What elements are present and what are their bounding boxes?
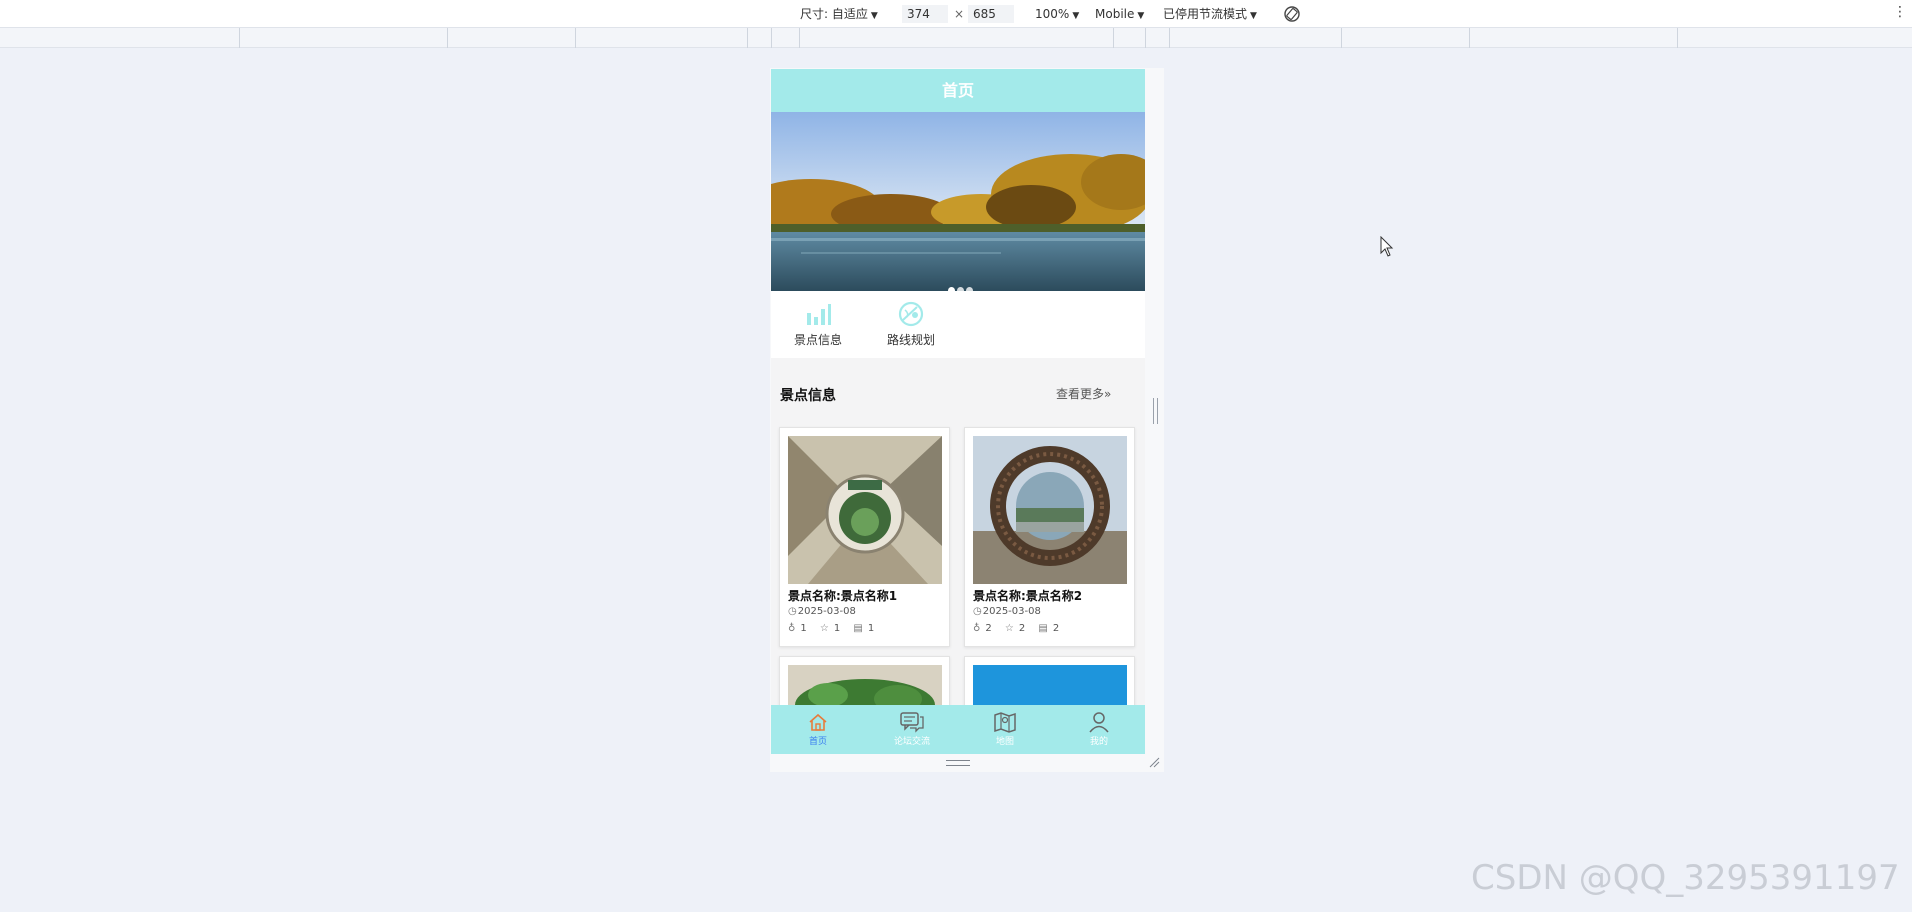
tab-home[interactable]: 首页	[788, 711, 848, 747]
comment-count: 1	[867, 623, 875, 634]
quick-nav-label: 景点信息	[793, 333, 842, 347]
map-icon	[994, 712, 1016, 733]
rotate-icon[interactable]	[1282, 4, 1302, 24]
attraction-card[interactable]: 景点名称:景点名称2 ◷2025-03-08 ♁ 2 ☆ 2 ▤ 2	[964, 427, 1135, 647]
caret-down-icon: ▼	[1072, 11, 1080, 21]
quick-nav: 景点信息 路线规划	[771, 291, 1145, 358]
home-icon	[809, 713, 827, 731]
tab-map[interactable]: 地图	[975, 711, 1035, 747]
comment-count: 2	[1052, 623, 1060, 634]
device-frame: 首页 景点信息 路线规划 景点信息 查看更多» 景点名称:景点名称1 ◷2025…	[770, 68, 1164, 772]
throttle-label: 已停用节流模式	[1163, 7, 1248, 21]
quick-nav-route[interactable]: 路线规划	[871, 301, 951, 348]
attraction-date: ◷2025-03-08	[973, 606, 1041, 617]
media-query-ruler	[0, 28, 1912, 48]
date-value: 2025-03-08	[982, 606, 1041, 617]
quick-nav-attractions[interactable]: 景点信息	[778, 301, 858, 348]
favorite-count: 2	[1018, 623, 1026, 634]
resize-corner-icon[interactable]	[1148, 756, 1160, 768]
thumbs-up-icon: ♁	[973, 623, 981, 634]
tab-label: 首页	[808, 737, 827, 747]
bottom-tab-bar: 首页 论坛交流 地图 我的	[771, 705, 1145, 754]
comment-icon: ▤	[1038, 623, 1048, 634]
section-title: 景点信息	[780, 388, 836, 404]
favorite-count: 1	[833, 623, 841, 634]
bar-chart-icon	[807, 304, 831, 325]
like-count: 1	[800, 623, 807, 634]
map-route-icon	[898, 301, 924, 327]
page-title: 首页	[771, 69, 1145, 112]
attraction-card[interactable]: 景点名称:景点名称1 ◷2025-03-08 ♁ 1 ☆ 1 ▤ 1	[779, 427, 950, 647]
caret-down-icon: ▼	[1137, 11, 1145, 21]
tab-forum[interactable]: 论坛交流	[882, 711, 942, 747]
banner-carousel[interactable]	[771, 112, 1145, 291]
carousel-indicators	[948, 279, 975, 291]
throttle-dropdown[interactable]: 已停用节流模式 ▼	[1163, 6, 1257, 24]
section-header: 景点信息 查看更多»	[771, 381, 1145, 405]
mobile-screen: 首页 景点信息 路线规划 景点信息 查看更多» 景点名称:景点名称1 ◷2025…	[771, 69, 1145, 754]
attraction-image	[973, 436, 1127, 584]
mouse-cursor-icon	[1380, 236, 1394, 257]
device-mode-label: Mobile	[1095, 7, 1135, 21]
chat-icon	[900, 712, 924, 733]
clock-icon: ◷	[973, 606, 982, 617]
attraction-stats: ♁ 2 ☆ 2 ▤ 2	[973, 623, 1069, 634]
dimensions-label: 尺寸: 自适应	[800, 7, 868, 21]
device-mode-dropdown[interactable]: Mobile ▼	[1095, 6, 1144, 24]
thumbs-up-icon: ♁	[788, 623, 796, 634]
attraction-name: 景点名称:景点名称1	[788, 589, 898, 603]
times-sign: ×	[954, 7, 965, 21]
quick-nav-label: 路线规划	[886, 333, 935, 347]
date-value: 2025-03-08	[797, 606, 856, 617]
tab-label: 我的	[1089, 737, 1108, 747]
caret-down-icon: ▼	[870, 11, 878, 21]
height-input[interactable]: 685	[968, 5, 1014, 23]
clock-icon: ◷	[788, 606, 797, 617]
star-icon: ☆	[819, 623, 829, 634]
attraction-stats: ♁ 1 ☆ 1 ▤ 1	[788, 623, 884, 634]
star-icon: ☆	[1004, 623, 1014, 634]
width-input[interactable]: 374	[902, 5, 948, 23]
devtools-toolbar: 尺寸: 自适应 ▼ 374 × 685 100% ▼ Mobile ▼ 已停用节流模式…	[0, 0, 1912, 28]
dimensions-dropdown[interactable]: 尺寸: 自适应 ▼	[800, 6, 878, 24]
comment-icon: ▤	[853, 623, 863, 634]
user-icon	[1089, 712, 1109, 733]
watermark: CSDN @QQ_3295391197	[1471, 858, 1900, 898]
view-more-link[interactable]: 查看更多»	[1056, 385, 1111, 402]
scrollbar-thumb[interactable]	[1153, 398, 1158, 424]
more-options-icon[interactable]: ⋮	[1893, 4, 1907, 20]
zoom-label: 100%	[1035, 7, 1070, 21]
attraction-name: 景点名称:景点名称2	[973, 589, 1083, 603]
like-count: 2	[985, 623, 992, 634]
tab-label: 地图	[995, 737, 1014, 747]
attraction-image	[788, 436, 942, 584]
tab-label: 论坛交流	[893, 737, 930, 747]
resize-handle-bottom[interactable]	[946, 760, 970, 766]
banner-image	[771, 112, 1145, 291]
zoom-dropdown[interactable]: 100% ▼	[1035, 6, 1079, 24]
tab-profile[interactable]: 我的	[1069, 711, 1129, 747]
caret-down-icon: ▼	[1250, 11, 1257, 21]
attraction-date: ◷2025-03-08	[788, 606, 856, 617]
